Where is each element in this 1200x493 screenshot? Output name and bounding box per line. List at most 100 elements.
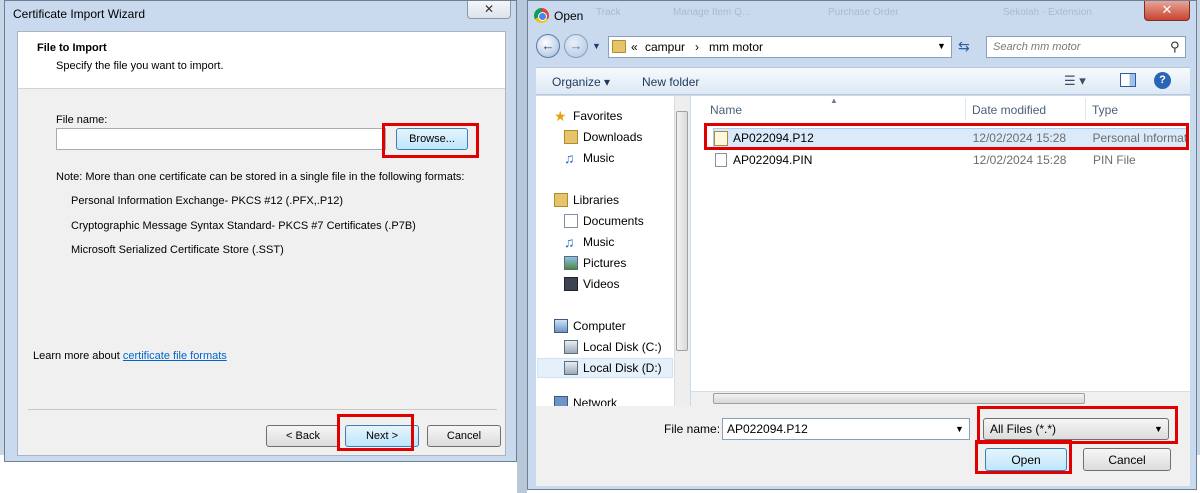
recent-locations-icon[interactable]: ▼ bbox=[592, 41, 601, 51]
documents-icon bbox=[564, 214, 578, 228]
preview-pane-icon[interactable] bbox=[1120, 73, 1136, 87]
nav-downloads[interactable]: Downloads bbox=[564, 128, 642, 146]
nav-network[interactable]: Network bbox=[554, 396, 617, 406]
open-highlight bbox=[975, 440, 1072, 474]
nav-label: Network bbox=[573, 396, 618, 406]
videos-icon bbox=[564, 277, 578, 291]
disk-icon bbox=[564, 361, 578, 375]
dialog-cancel-button[interactable]: Cancel bbox=[1083, 448, 1171, 471]
column-name[interactable]: Name bbox=[710, 103, 742, 117]
nav-pictures[interactable]: Pictures bbox=[564, 254, 626, 272]
new-folder-button[interactable]: New folder bbox=[642, 75, 699, 89]
file-highlight bbox=[704, 123, 1189, 150]
computer-icon bbox=[554, 319, 568, 333]
file-name-label: File name: bbox=[56, 114, 108, 126]
file-row[interactable]: AP022094.PIN 12/02/2024 15:28 PIN File bbox=[714, 150, 1189, 170]
generic-file-icon bbox=[715, 153, 727, 167]
nav-documents[interactable]: Documents bbox=[564, 212, 644, 230]
nav-label: Downloads bbox=[583, 130, 643, 144]
file-name-input[interactable]: AP022094.P12 ▼ bbox=[722, 418, 970, 440]
background-tab: Purchase Order bbox=[828, 7, 899, 18]
wizard-separator bbox=[28, 409, 497, 410]
format-item: Personal Information Exchange- PKCS #12 … bbox=[71, 195, 344, 207]
nav-label: Local Disk (D:) bbox=[583, 361, 662, 375]
music-icon: ♫ bbox=[564, 234, 575, 250]
wizard-header: File to Import Specify the file you want… bbox=[18, 32, 505, 89]
view-options-icon[interactable]: ☰ ▾ bbox=[1064, 73, 1086, 89]
background-tab: Track bbox=[596, 7, 621, 18]
search-icon[interactable]: ⚲ bbox=[1170, 39, 1180, 55]
next-highlight bbox=[337, 414, 414, 451]
nav-label: Libraries bbox=[573, 193, 620, 207]
forward-arrow-icon[interactable]: → bbox=[564, 34, 588, 58]
wizard-close-button[interactable]: ✕ bbox=[467, 1, 511, 19]
nav-scrollbar-thumb[interactable] bbox=[676, 111, 688, 351]
wizard-title: Certificate Import Wizard bbox=[13, 7, 146, 21]
chrome-icon bbox=[534, 8, 549, 23]
file-name-input[interactable] bbox=[56, 128, 386, 150]
column-date-modified[interactable]: Date modified bbox=[972, 103, 1046, 117]
browse-highlight bbox=[382, 123, 479, 158]
formats-note: Note: More than one certificate can be s… bbox=[56, 171, 465, 183]
column-type[interactable]: Type bbox=[1092, 103, 1118, 117]
back-arrow-icon[interactable]: ← bbox=[536, 34, 560, 58]
nav-label: Favorites bbox=[573, 109, 623, 123]
nav-label: Computer bbox=[573, 319, 626, 333]
wizard-body: File to Import Specify the file you want… bbox=[17, 31, 506, 456]
format-item: Cryptographic Message Syntax Standard- P… bbox=[71, 220, 416, 232]
downloads-folder-icon bbox=[564, 130, 578, 144]
certificate-import-wizard: Certificate Import Wizard ✕ File to Impo… bbox=[4, 0, 517, 462]
file-name: AP022094.PIN bbox=[733, 153, 813, 167]
file-name-label: File name: bbox=[664, 422, 721, 436]
nav-label: Local Disk (C:) bbox=[583, 340, 662, 354]
nav-label: Music bbox=[583, 235, 615, 249]
background-gap bbox=[517, 0, 527, 493]
file-name-dropdown-icon[interactable]: ▼ bbox=[955, 419, 964, 439]
help-icon[interactable]: ? bbox=[1154, 72, 1171, 89]
pictures-icon bbox=[564, 256, 578, 270]
search-input[interactable]: Search mm motor bbox=[986, 36, 1186, 58]
disk-icon bbox=[564, 340, 578, 354]
libraries-icon bbox=[554, 193, 568, 207]
nav-music[interactable]: ♫ Music bbox=[564, 149, 614, 167]
sort-indicator-icon: ▲ bbox=[830, 96, 838, 105]
filter-highlight bbox=[977, 406, 1178, 444]
horizontal-scrollbar-thumb[interactable] bbox=[713, 393, 1085, 404]
address-bar[interactable]: « campur › mm motor ▼ bbox=[608, 36, 952, 58]
open-dialog-title: Open bbox=[554, 9, 584, 23]
column-divider bbox=[965, 98, 966, 120]
nav-label: Pictures bbox=[583, 256, 627, 270]
nav-label: Documents bbox=[583, 214, 644, 228]
network-icon bbox=[554, 396, 568, 406]
back-button[interactable]: < Back bbox=[266, 425, 340, 447]
music-icon: ♫ bbox=[564, 150, 575, 166]
address-overflow[interactable]: « bbox=[631, 40, 638, 54]
nav-label: Videos bbox=[583, 277, 620, 291]
address-segment-mm-motor[interactable]: mm motor bbox=[709, 40, 763, 54]
nav-libraries[interactable]: Libraries bbox=[554, 191, 619, 209]
address-dropdown-icon[interactable]: ▼ bbox=[937, 41, 946, 51]
nav-favorites[interactable]: ★ Favorites bbox=[554, 107, 622, 125]
nav-local-disk-d[interactable]: Local Disk (D:) bbox=[564, 359, 662, 377]
certificate-formats-link[interactable]: certificate file formats bbox=[123, 350, 227, 362]
section-subtitle: Specify the file you want to import. bbox=[56, 60, 224, 72]
file-name-value: AP022094.P12 bbox=[727, 422, 808, 436]
star-icon: ★ bbox=[554, 108, 567, 124]
nav-computer[interactable]: Computer bbox=[554, 317, 626, 335]
background-tab: Manage Item Q... bbox=[673, 7, 751, 18]
address-segment-campur[interactable]: campur bbox=[645, 40, 685, 54]
file-type: PIN File bbox=[1093, 153, 1136, 167]
learn-more-prefix: Learn more about bbox=[33, 350, 123, 362]
nav-local-disk-c[interactable]: Local Disk (C:) bbox=[564, 338, 662, 356]
cancel-button[interactable]: Cancel bbox=[427, 425, 501, 447]
nav-music-library[interactable]: ♫ Music bbox=[564, 233, 614, 251]
refresh-icon[interactable]: ⇆ bbox=[958, 38, 970, 55]
dialog-toolbar: Organize ▾ New folder ☰ ▾ ? bbox=[536, 67, 1190, 95]
open-dialog-close-button[interactable]: ✕ bbox=[1144, 1, 1190, 21]
section-title: File to Import bbox=[37, 42, 107, 54]
format-item: Microsoft Serialized Certificate Store (… bbox=[71, 244, 284, 256]
nav-videos[interactable]: Videos bbox=[564, 275, 619, 293]
folder-icon bbox=[612, 40, 626, 53]
learn-more-text: Learn more about certificate file format… bbox=[33, 350, 227, 362]
organize-menu[interactable]: Organize ▾ bbox=[552, 75, 610, 89]
